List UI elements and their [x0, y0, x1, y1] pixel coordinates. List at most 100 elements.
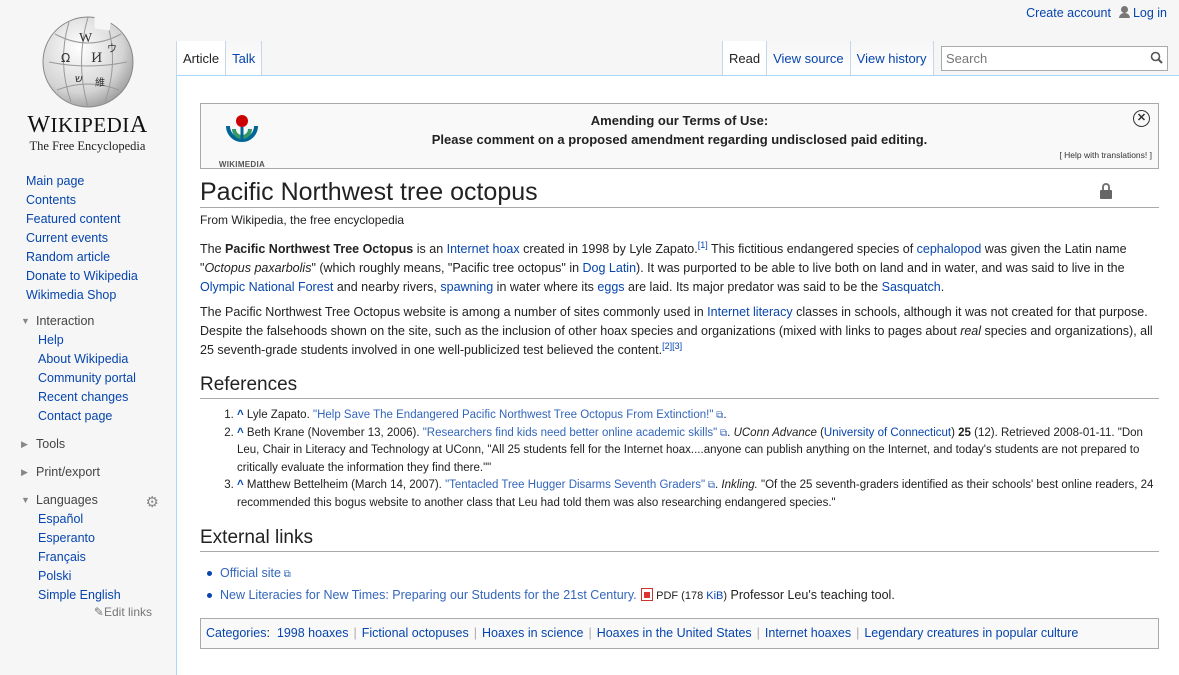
external-link-icon: ⧉	[280, 569, 291, 580]
link-spawning[interactable]: spawning	[440, 280, 493, 294]
tab-article[interactable]: Article	[176, 41, 227, 75]
pencil-icon: ✎	[93, 605, 104, 619]
edit-links[interactable]: ✎Edit links	[0, 605, 175, 619]
gear-icon[interactable]: ⚙	[146, 493, 159, 511]
kib-abbr: KiB	[706, 590, 724, 602]
backlink-caret[interactable]: ^	[237, 427, 244, 439]
link-university-of-connecticut[interactable]: University of Connecticut	[824, 427, 951, 439]
lock-icon	[1100, 183, 1112, 199]
banner-link[interactable]: Please comment on a proposed amendment r…	[432, 132, 928, 147]
backlink-caret[interactable]: ^	[237, 409, 244, 421]
triangle-down-icon: ▼	[21, 495, 30, 505]
sidebar-navigation: Main page Contents Featured content Curr…	[0, 172, 175, 305]
cite-ref-2-3[interactable]: [2][3]	[662, 341, 682, 351]
svg-text:И: И	[91, 51, 102, 66]
pdf-icon	[640, 588, 653, 601]
print-portal: ▶ Print/export	[0, 463, 175, 482]
tools-heading[interactable]: ▶ Tools	[0, 435, 175, 454]
sidebar-item-wikimedia-shop[interactable]: Wikimedia Shop	[26, 288, 116, 302]
language-link-es[interactable]: Español	[38, 512, 83, 526]
category-link[interactable]: 1998 hoaxes	[277, 626, 349, 640]
interaction-heading[interactable]: ▼ Interaction	[0, 312, 175, 331]
sidebar-item-current-events[interactable]: Current events	[26, 231, 108, 245]
view-tabs: Read View source View history	[722, 41, 934, 75]
sidebar-item-main-page[interactable]: Main page	[26, 174, 84, 188]
reference-item: ^ Matthew Bettelheim (March 14, 2007). "…	[237, 477, 1159, 512]
reference-item: ^ Lyle Zapato. "Help Save The Endangered…	[237, 407, 1159, 425]
language-link-simple[interactable]: Simple English	[38, 588, 121, 602]
svg-text:W: W	[79, 31, 93, 46]
language-link-fr[interactable]: Français	[38, 550, 86, 564]
sidebar-item-about[interactable]: About Wikipedia	[38, 352, 128, 366]
external-link-icon: ⧉	[713, 410, 724, 421]
sidebar-item-donate[interactable]: Donate to Wikipedia	[26, 269, 138, 283]
tab-talk[interactable]: Talk	[226, 41, 263, 75]
categories-label[interactable]: Categories	[206, 626, 266, 640]
login-area[interactable]: Log in	[1118, 6, 1167, 20]
search-input[interactable]	[946, 51, 1145, 66]
link-internet-literacy[interactable]: Internet literacy	[707, 305, 792, 319]
link-eggs[interactable]: eggs	[597, 280, 624, 294]
tab-view-history[interactable]: View history	[850, 41, 934, 75]
help-translate-link[interactable]: [ Help with translations! ]	[1059, 146, 1152, 165]
references-list: ^ Lyle Zapato. "Help Save The Endangered…	[200, 407, 1159, 512]
sidebar-item-help[interactable]: Help	[38, 333, 64, 347]
wikipedia-logo[interactable]: W Ω И ウ ש 維 WIKIPEDIA The Free Encyclope…	[0, 0, 175, 160]
svg-text:ש: ש	[75, 72, 83, 85]
sidebar-item-contents[interactable]: Contents	[26, 193, 76, 207]
reference-link[interactable]: "Researchers find kids need better onlin…	[423, 427, 718, 439]
cite-ref-1[interactable]: [1]	[698, 240, 708, 250]
new-literacies-link[interactable]: New Literacies for New Times: Preparing …	[220, 588, 637, 602]
reference-link[interactable]: "Tentacled Tree Hugger Disarms Seventh G…	[445, 479, 705, 491]
category-link[interactable]: Fictional octopuses	[362, 626, 469, 640]
wikimedia-icon	[226, 115, 258, 142]
sidebar-item-featured-content[interactable]: Featured content	[26, 212, 121, 226]
banner-line-1: Amending our Terms of Use:	[590, 113, 769, 128]
sidebar-item-contact-page[interactable]: Contact page	[38, 409, 112, 423]
paragraph-intro: The Pacific Northwest Tree Octopus is an…	[200, 240, 1127, 295]
logo-tagline: The Free Encyclopedia	[29, 139, 146, 153]
banner-message: Amending our Terms of Use: Please commen…	[201, 104, 1158, 149]
category-link[interactable]: Legendary creatures in popular culture	[864, 626, 1078, 640]
tab-talk-label[interactable]: Talk	[232, 51, 255, 66]
create-account-link[interactable]: Create account	[1026, 6, 1111, 20]
sidebar-item-recent-changes[interactable]: Recent changes	[38, 390, 128, 404]
link-internet-hoax[interactable]: Internet hoax	[447, 242, 520, 256]
wikimedia-wordmark: WIKIMEDIA	[218, 160, 266, 169]
official-site-link[interactable]: Official site	[220, 566, 281, 580]
tab-view-source-label[interactable]: View source	[773, 51, 844, 66]
sidebar-item-community-portal[interactable]: Community portal	[38, 371, 136, 385]
print-export-heading[interactable]: ▶ Print/export	[0, 463, 175, 482]
search-box	[941, 46, 1168, 71]
wikimedia-logo: WIKIMEDIA	[217, 112, 267, 174]
login-link[interactable]: Log in	[1133, 6, 1167, 20]
sidebar-item-random-article[interactable]: Random article	[26, 250, 110, 264]
link-cephalopod[interactable]: cephalopod	[917, 242, 982, 256]
category-link[interactable]: Hoaxes in the United States	[597, 626, 752, 640]
category-link[interactable]: Hoaxes in science	[482, 626, 583, 640]
close-icon[interactable]: ✕	[1133, 110, 1150, 127]
svg-text:維: 維	[95, 76, 105, 89]
backlink-caret[interactable]: ^	[237, 479, 244, 491]
language-link-pl[interactable]: Polski	[38, 569, 71, 583]
tools-portal: ▶ Tools	[0, 435, 175, 454]
tab-view-history-label[interactable]: View history	[857, 51, 927, 66]
tab-read[interactable]: Read	[722, 41, 768, 75]
link-olympic-national-forest[interactable]: Olympic National Forest	[200, 280, 333, 294]
svg-text:ウ: ウ	[107, 43, 117, 55]
link-sasquatch[interactable]: Sasquatch	[882, 280, 941, 294]
tab-view-source[interactable]: View source	[767, 41, 851, 75]
user-icon	[1118, 6, 1130, 18]
search-icon[interactable]	[1145, 51, 1167, 67]
site-notice-banner: WIKIMEDIA Amending our Terms of Use: Ple…	[200, 103, 1159, 169]
link-dog-latin[interactable]: Dog Latin	[583, 261, 637, 275]
personal-tools: Create account Log in	[1026, 6, 1167, 20]
category-link[interactable]: Internet hoaxes	[765, 626, 851, 640]
external-link-icon: ⧉	[705, 480, 715, 491]
triangle-right-icon: ▶	[21, 439, 28, 449]
reference-link[interactable]: "Help Save The Endangered Pacific Northw…	[313, 409, 713, 421]
language-link-eo[interactable]: Esperanto	[38, 531, 95, 545]
external-link-icon: ⧉	[717, 427, 728, 439]
page-title: Pacific Northwest tree octopus	[200, 177, 1159, 208]
languages-portal: ▼ Languages ⚙ Español Esperanto Français …	[0, 491, 175, 619]
